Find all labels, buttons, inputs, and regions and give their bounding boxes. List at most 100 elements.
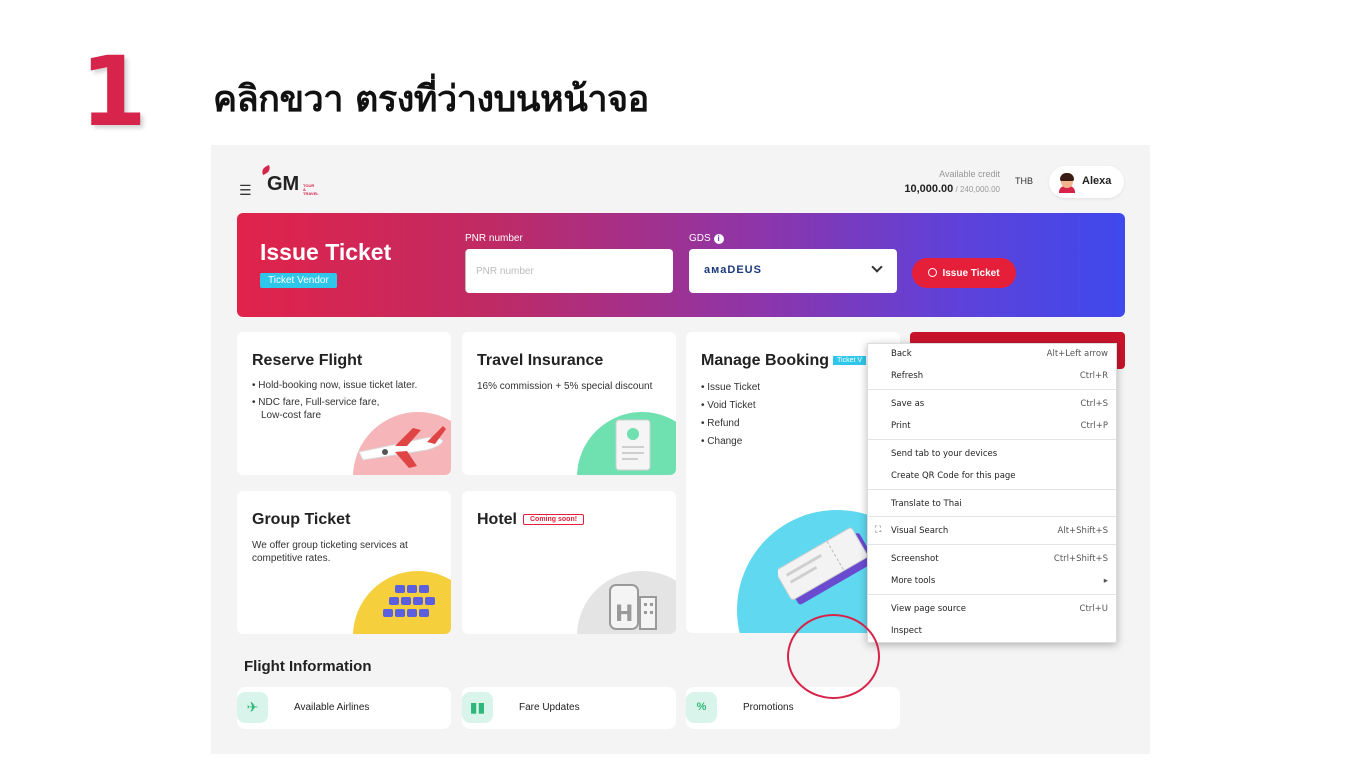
travel-insurance-card[interactable]: Travel Insurance 16% commission + 5% spe… — [462, 332, 676, 475]
card-bullets: • Issue Ticket • Void Ticket • Refund • … — [701, 379, 760, 451]
menu-label: Create QR Code for this page — [891, 471, 1016, 481]
chip-label: Available Airlines — [294, 702, 370, 713]
gds-label: GDS i — [689, 233, 724, 244]
issue-ticket-button-label: Issue Ticket — [942, 267, 1000, 279]
menu-label: Back — [891, 349, 912, 359]
app-screenshot: ☰ GM TOUR & TRAVEL Available credit 10,0… — [211, 145, 1150, 754]
card-title-text: Hotel — [477, 511, 517, 528]
menu-label: Save as — [891, 399, 925, 409]
logo-text: GM — [267, 173, 300, 195]
bar-chart-icon: ▮▮ — [462, 692, 493, 723]
card-description: We offer group ticketing services at com… — [252, 540, 408, 564]
menu-icon[interactable]: ☰ — [239, 182, 252, 199]
flight-information-title: Flight Information — [244, 658, 372, 675]
gds-select[interactable]: aмaDEUS — [689, 249, 897, 293]
gds-label-text: GDS — [689, 233, 711, 244]
menu-item-print[interactable]: Print Ctrl+P — [868, 416, 1116, 438]
airplane-icon — [358, 426, 446, 468]
search-icon — [928, 267, 938, 277]
pnr-input[interactable] — [465, 249, 673, 293]
card-title: Hotel Coming soon! — [477, 511, 585, 529]
menu-shortcut: Ctrl+S — [1080, 399, 1108, 409]
submenu-arrow-icon: ▸ — [1103, 576, 1108, 586]
bullet: • Refund — [701, 418, 740, 429]
menu-item-refresh[interactable]: Refresh Ctrl+R — [868, 366, 1116, 388]
card-title: Manage Booking Ticket V — [701, 352, 867, 370]
menu-item-more-tools[interactable]: More tools ▸ — [868, 571, 1116, 593]
menu-shortcut: Ctrl+Shift+S — [1053, 554, 1108, 564]
card-description: 16% commission + 5% special discount — [477, 381, 653, 392]
issue-ticket-banner: Issue Ticket Ticket Vendor PNR number GD… — [237, 213, 1125, 317]
menu-item-back[interactable]: Back Alt+Left arrow — [868, 344, 1116, 366]
bullet: • Void Ticket — [701, 400, 756, 411]
menu-item-send-tab[interactable]: Send tab to your devices — [868, 444, 1116, 466]
menu-label: Refresh — [891, 371, 924, 381]
card-title: Reserve Flight — [252, 352, 363, 369]
ticket-vendor-badge: Ticket Vendor — [260, 273, 337, 288]
menu-label: View page source — [891, 604, 967, 614]
credit-amount: 10,000.00 — [904, 183, 954, 195]
bullet: • NDC fare, Full-service fare, — [252, 397, 380, 408]
menu-shortcut: Ctrl+R — [1079, 371, 1108, 381]
avatar — [1058, 172, 1076, 193]
svg-text:H: H — [615, 602, 633, 627]
step-number: 1 — [80, 36, 147, 148]
chip-label: Fare Updates — [519, 702, 580, 713]
menu-label: Inspect — [891, 626, 922, 636]
menu-label: Screenshot — [891, 554, 939, 564]
menu-separator — [868, 489, 1116, 490]
hotel-icon: H — [609, 584, 657, 630]
bullet: • Change — [701, 436, 743, 447]
menu-item-translate[interactable]: Translate to Thai — [868, 494, 1116, 516]
menu-separator — [868, 516, 1116, 517]
logo[interactable]: GM TOUR & TRAVEL — [260, 164, 319, 196]
menu-item-visual-search[interactable]: ⛶ Visual Search Alt+Shift+S — [868, 521, 1116, 543]
document-icon — [615, 419, 651, 471]
menu-shortcut: Ctrl+P — [1080, 421, 1108, 431]
step-title: คลิกขวา ตรงที่ว่างบนหน้าจอ — [213, 79, 649, 120]
card-title-text: Manage Booking — [701, 352, 830, 369]
menu-item-view-source[interactable]: View page source Ctrl+U — [868, 599, 1116, 621]
menu-item-create-qr[interactable]: Create QR Code for this page — [868, 466, 1116, 488]
menu-label: Visual Search — [891, 526, 949, 536]
visual-search-icon: ⛶ — [875, 525, 882, 535]
info-icon[interactable]: i — [713, 234, 724, 244]
issue-ticket-button[interactable]: Issue Ticket — [912, 258, 1016, 288]
menu-label: Send tab to your devices — [891, 449, 998, 459]
reserve-flight-card[interactable]: Reserve Flight • Hold-booking now, issue… — [237, 332, 451, 475]
ticket-icon — [778, 527, 875, 605]
menu-separator — [868, 544, 1116, 545]
user-menu[interactable]: Alexa — [1049, 166, 1124, 198]
menu-label: Translate to Thai — [891, 499, 962, 509]
menu-shortcut: Alt+Left arrow — [1046, 349, 1108, 359]
menu-label: Print — [891, 421, 911, 431]
bullet: • Issue Ticket — [701, 382, 761, 393]
gds-value: aмaDEUS — [704, 264, 762, 276]
menu-item-screenshot[interactable]: Screenshot Ctrl+Shift+S — [868, 549, 1116, 571]
user-name: Alexa — [1082, 175, 1112, 187]
menu-item-save-as[interactable]: Save as Ctrl+S — [868, 394, 1116, 416]
available-airlines-chip[interactable]: ✈ Available Airlines — [237, 687, 451, 729]
ticket-vendor-badge: Ticket V — [833, 356, 867, 365]
seats-icon — [383, 585, 435, 617]
group-ticket-card[interactable]: Group Ticket We offer group ticketing se… — [237, 491, 451, 634]
promotions-chip[interactable]: % Promotions — [686, 687, 900, 729]
menu-separator — [868, 594, 1116, 595]
chevron-down-icon — [871, 261, 883, 273]
tutorial-slide: 1 คลิกขวา ตรงที่ว่างบนหน้าจอ ☰ GM TOUR &… — [0, 0, 1357, 763]
fare-updates-chip[interactable]: ▮▮ Fare Updates — [462, 687, 676, 729]
plane-icon: ✈ — [237, 692, 268, 723]
menu-separator — [868, 439, 1116, 440]
menu-shortcut: Alt+Shift+S — [1057, 526, 1108, 536]
banner-title: Issue Ticket — [260, 239, 392, 265]
hotel-card[interactable]: Hotel Coming soon! H — [462, 491, 676, 634]
coming-soon-badge: Coming soon! — [523, 514, 585, 525]
available-credit-value: 10,000.00 / 240,000.00 — [904, 183, 1000, 195]
context-menu: Back Alt+Left arrow Refresh Ctrl+R Save as… — [867, 343, 1117, 643]
top-bar: ☰ GM TOUR & TRAVEL Available credit 10,0… — [211, 145, 1150, 213]
click-highlight-circle — [787, 614, 880, 699]
menu-shortcut: Ctrl+U — [1079, 604, 1108, 614]
card-title: Travel Insurance — [477, 352, 604, 369]
menu-item-inspect[interactable]: Inspect — [868, 621, 1116, 643]
card-title: Group Ticket — [252, 511, 351, 528]
